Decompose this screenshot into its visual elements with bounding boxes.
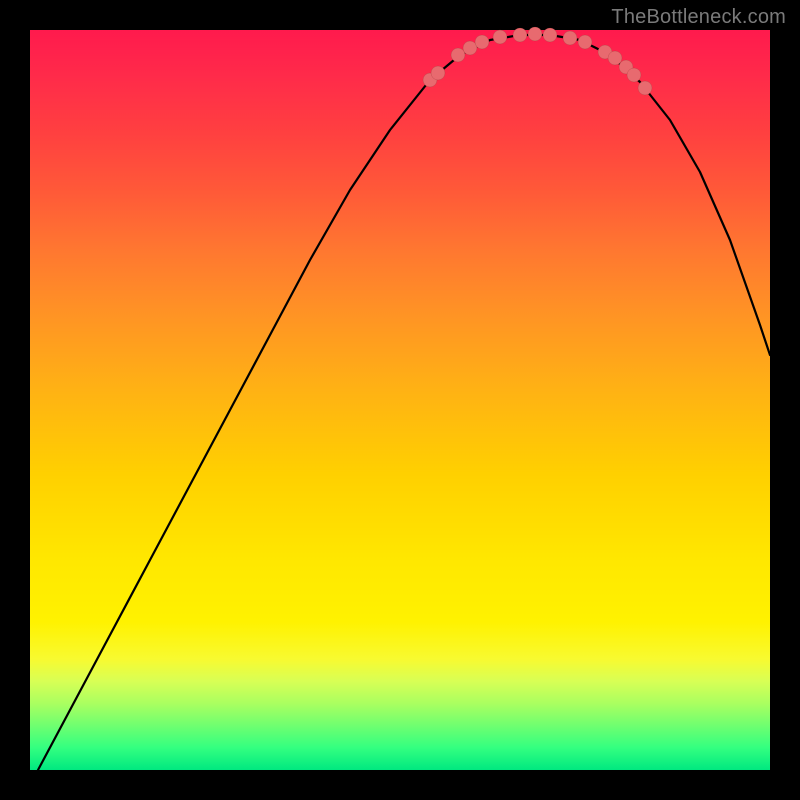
data-marker bbox=[528, 27, 542, 41]
data-marker bbox=[493, 30, 507, 44]
gradient-plot-area bbox=[30, 30, 770, 770]
data-marker bbox=[638, 81, 652, 95]
data-marker bbox=[563, 31, 577, 45]
bottleneck-curve bbox=[38, 35, 770, 770]
optimal-range-markers bbox=[423, 27, 652, 95]
watermark-text: TheBottleneck.com bbox=[611, 6, 786, 29]
data-marker bbox=[513, 28, 527, 42]
data-marker bbox=[451, 48, 465, 62]
data-marker bbox=[475, 35, 489, 49]
data-marker bbox=[608, 51, 622, 65]
data-marker bbox=[431, 66, 445, 80]
data-marker bbox=[543, 28, 557, 42]
data-marker bbox=[578, 35, 592, 49]
plot-svg bbox=[30, 30, 770, 770]
data-marker bbox=[627, 68, 641, 82]
